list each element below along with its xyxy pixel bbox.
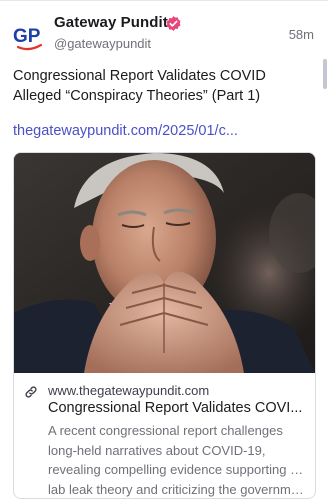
description-line: A recent congressional report challenges bbox=[48, 423, 283, 438]
author-handle[interactable]: @gatewaypundit bbox=[54, 36, 151, 51]
link-preview-title: Congressional Report Validates COVI... bbox=[48, 400, 303, 416]
divider bbox=[0, 0, 328, 1]
link-preview-domain: www.thegatewaypundit.com bbox=[48, 383, 210, 398]
verified-badge-icon bbox=[165, 15, 182, 32]
link-icon bbox=[25, 386, 37, 398]
post-link[interactable]: thegatewaypundit.com/2025/01/c... bbox=[13, 121, 313, 141]
description-line: long-held narratives about COVID-19, bbox=[48, 442, 266, 458]
post-view: GP Gateway Pundit @gatewaypundit 58m Con… bbox=[0, 0, 328, 500]
post-timestamp[interactable]: 58m bbox=[289, 27, 314, 42]
avatar-logo-icon: GP bbox=[13, 26, 43, 51]
author-display-name[interactable]: Gateway Pundit bbox=[54, 14, 168, 31]
link-preview-image[interactable] bbox=[14, 153, 315, 373]
link-preview-body[interactable]: www.thegatewaypundit.com Congressional R… bbox=[14, 373, 315, 498]
scrollbar-thumb[interactable] bbox=[323, 59, 327, 89]
post-body-text: Congressional Report Validates COVID All… bbox=[13, 68, 266, 104]
svg-text:GP: GP bbox=[13, 26, 41, 47]
link-preview-description: A recent congressional report challenges… bbox=[48, 421, 306, 498]
link-preview-card[interactable]: www.thegatewaypundit.com Congressional R… bbox=[13, 152, 316, 499]
photo-of-man-with-clasped-hands bbox=[14, 153, 315, 373]
description-line: revealing compelling evidence supporting… bbox=[48, 462, 306, 477]
author-avatar[interactable]: GP bbox=[12, 20, 46, 54]
description-line: lab leak theory and criticizing the gove… bbox=[48, 481, 306, 497]
